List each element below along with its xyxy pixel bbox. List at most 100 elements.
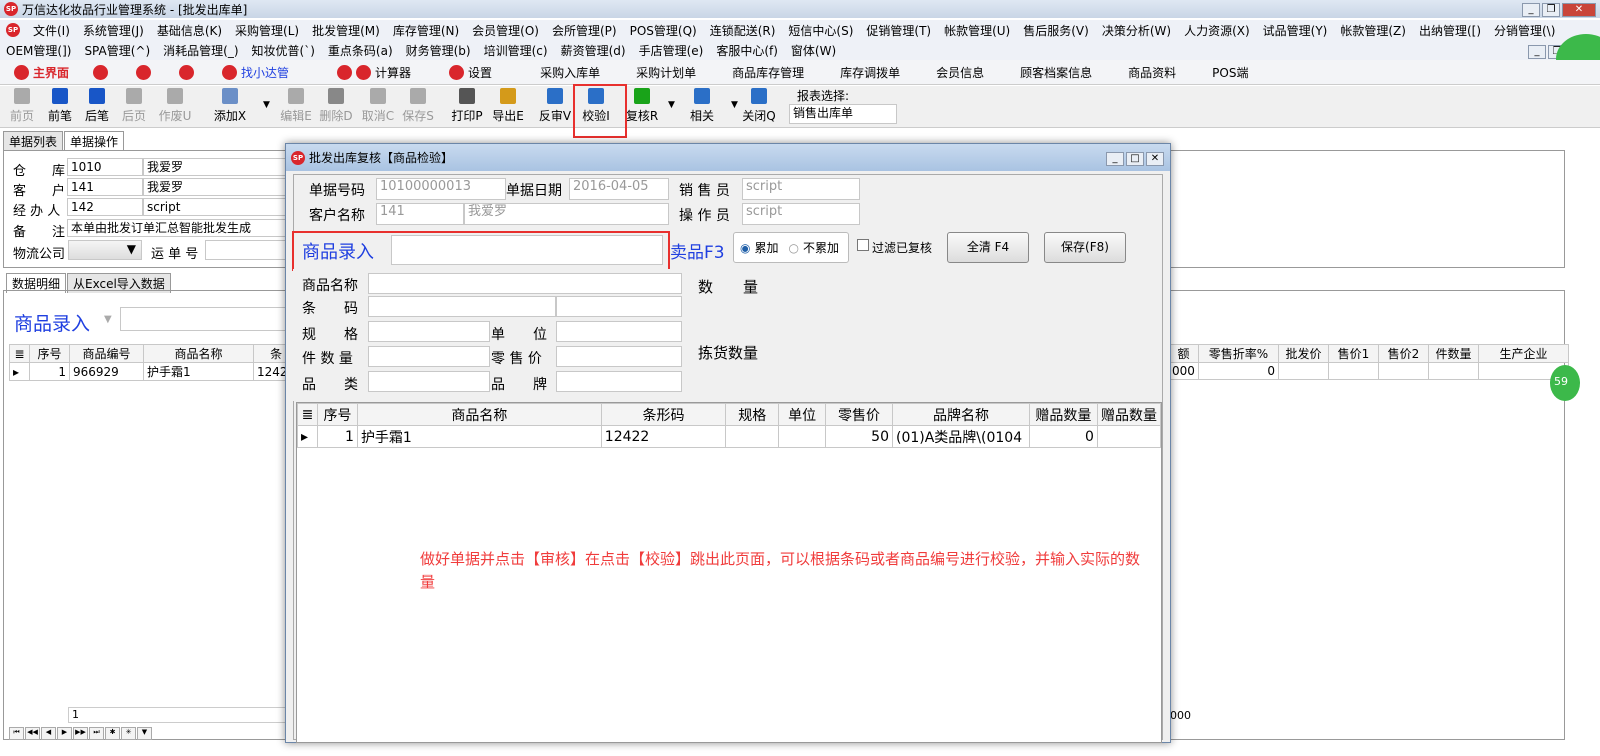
cust-code-field[interactable]: 141 <box>376 203 464 225</box>
related-button[interactable]: 相关 <box>682 88 722 124</box>
menu-item[interactable]: 帐款管理(U) <box>944 22 1010 39</box>
quick-item[interactable]: 商品资料 <box>1128 64 1176 81</box>
table-row[interactable]: 000 0 <box>1168 362 1569 380</box>
menu-item[interactable]: 知妆优普(`) <box>252 42 315 59</box>
retail-field[interactable] <box>556 346 682 367</box>
handler-code-field[interactable]: 142 <box>67 198 143 216</box>
menu-item[interactable]: 批发管理(M) <box>312 22 380 39</box>
menu-item[interactable]: 手店管理(e) <box>639 42 704 59</box>
menu-item[interactable]: 分销管理(\) <box>1494 22 1555 39</box>
table-row[interactable]: ▸ 1 护手霜1 12422 50 (01)A类品牌\(0104 0 <box>297 425 1161 448</box>
nav-button-icon[interactable]: ◀ <box>41 727 56 740</box>
grid-menu-icon[interactable]: ≣ <box>297 403 318 426</box>
quick-item[interactable]: POS端 <box>1212 64 1248 81</box>
barcode-extra-field[interactable] <box>556 296 682 317</box>
menu-item[interactable]: 出纳管理([) <box>1419 22 1481 39</box>
operator-field[interactable]: script <box>742 203 860 225</box>
review-dropdown-icon[interactable]: ▼ <box>668 100 675 110</box>
next-record-button[interactable]: 后笔 <box>77 88 117 124</box>
menu-item[interactable]: 促销管理(T) <box>866 22 931 39</box>
print-button[interactable]: 打印P <box>447 88 487 124</box>
calc-button[interactable]: 计算器 <box>337 64 435 81</box>
related-dropdown-icon[interactable]: ▼ <box>731 100 738 110</box>
menu-item[interactable]: 会员管理(O) <box>472 22 539 39</box>
next-page-button[interactable]: 后页 <box>114 88 154 124</box>
menu-item[interactable]: 帐款管理(Z) <box>1340 22 1406 39</box>
prev-record-button[interactable]: 前笔 <box>40 88 80 124</box>
entry-dropdown-icon[interactable]: ▼ <box>104 314 112 325</box>
menu-item[interactable]: 短信中心(S) <box>788 22 853 39</box>
save-button[interactable]: 保存(F8) <box>1044 232 1126 263</box>
cust-name-field[interactable]: 我爱罗 <box>464 203 669 225</box>
filter-checkbox[interactable] <box>857 239 869 251</box>
minimize-icon[interactable]: _ <box>1522 3 1540 17</box>
tip-button[interactable] <box>179 64 198 80</box>
brand-field[interactable] <box>556 371 682 392</box>
settings-button[interactable]: 设置 <box>449 64 516 81</box>
customer-code-field[interactable]: 141 <box>67 178 143 196</box>
quick-item[interactable]: 顾客档案信息 <box>1020 64 1092 81</box>
menu-item[interactable]: POS管理(Q) <box>630 22 697 39</box>
report-select[interactable]: 销售出库单 <box>789 104 897 124</box>
warehouse-code-field[interactable]: 1010 <box>67 158 143 176</box>
quick-item[interactable]: 商品库存管理 <box>732 64 804 81</box>
accumulate-radio[interactable]: ◉ <box>740 241 750 255</box>
menu-item[interactable]: 培训管理(c) <box>484 42 548 59</box>
clear-all-button[interactable]: 全清 F4 <box>947 232 1029 263</box>
cancel-button[interactable]: 取消C <box>358 88 398 124</box>
add-button[interactable]: 添加X <box>210 88 250 124</box>
export-button[interactable]: 导出E <box>488 88 528 124</box>
menu-item[interactable]: 试品管理(Y) <box>1263 22 1328 39</box>
customer-name-field[interactable]: 我爱罗 <box>143 178 293 196</box>
unit-field[interactable] <box>556 321 682 342</box>
mdi-minimize-icon[interactable]: _ <box>1528 45 1546 59</box>
nav-button-icon[interactable]: ▶ <box>57 727 72 740</box>
category-field[interactable] <box>368 371 490 392</box>
barcode-field[interactable] <box>368 296 556 317</box>
pieces-field[interactable] <box>368 346 490 367</box>
menu-item[interactable]: 客服中心(f) <box>716 42 778 59</box>
quick-item[interactable]: 库存调拨单 <box>840 64 900 81</box>
grid-menu-icon[interactable]: ≣ <box>9 344 30 363</box>
delete-button[interactable]: 删除D <box>316 88 356 124</box>
no-accumulate-radio[interactable]: ○ <box>789 241 799 255</box>
logistics-select[interactable]: ▼ <box>68 240 142 260</box>
menu-item[interactable]: 采购管理(L) <box>235 22 299 39</box>
menu-item[interactable]: 会所管理(P) <box>552 22 617 39</box>
quick-item[interactable]: 会员信息 <box>936 64 984 81</box>
nav-button-icon[interactable]: ✱ <box>105 727 120 740</box>
dialog-entry-input[interactable] <box>391 235 663 265</box>
menu-item[interactable]: OEM管理(]) <box>6 42 71 59</box>
menu-item[interactable]: 人力资源(X) <box>1184 22 1250 39</box>
nav-button-icon[interactable]: ✳ <box>121 727 136 740</box>
entry-input[interactable] <box>120 307 290 331</box>
menu-item[interactable]: 财务管理(b) <box>406 42 471 59</box>
quick-item[interactable]: 采购计划单 <box>636 64 696 81</box>
menu-item[interactable]: 连锁配送(R) <box>710 22 776 39</box>
save-button[interactable]: 保存S <box>398 88 438 124</box>
review-button[interactable]: 复核R <box>622 88 662 124</box>
edit-button[interactable]: 编辑E <box>276 88 316 124</box>
menu-item[interactable]: 文件(I) <box>33 22 70 39</box>
menu-item[interactable]: 基础信息(K) <box>157 22 222 39</box>
warehouse-name-field[interactable]: 我爱罗 <box>143 158 293 176</box>
home-button[interactable]: 主界面 <box>14 64 69 81</box>
restore-icon[interactable]: ❐ <box>1542 3 1560 17</box>
menu-item[interactable]: 库存管理(N) <box>393 22 459 39</box>
doc-no-field[interactable]: 10100000013 <box>376 178 506 200</box>
floating-badge-2[interactable]: 59 <box>1550 365 1580 401</box>
nav-button-icon[interactable]: ⏮ <box>9 727 24 740</box>
nav-button-icon[interactable]: ▼ <box>137 727 152 740</box>
nav-button-icon[interactable]: ◀◀ <box>25 727 40 740</box>
menu-item[interactable]: 消耗品管理(_) <box>163 42 238 59</box>
void-button[interactable]: 作废U <box>155 88 195 124</box>
menu-item[interactable]: SPA管理(^) <box>84 42 150 59</box>
doc-date-field[interactable]: 2016-04-05 <box>569 178 669 200</box>
menu-item[interactable]: 窗体(W) <box>791 42 836 59</box>
close-button[interactable]: 关闭Q <box>739 88 779 124</box>
handler-name-field[interactable]: script <box>143 198 293 216</box>
spec-field[interactable] <box>368 321 490 342</box>
menu-item[interactable]: 系统管理(J) <box>83 22 144 39</box>
unapprove-button[interactable]: 反审V <box>535 88 575 124</box>
close-icon[interactable]: ✕ <box>1562 3 1596 17</box>
